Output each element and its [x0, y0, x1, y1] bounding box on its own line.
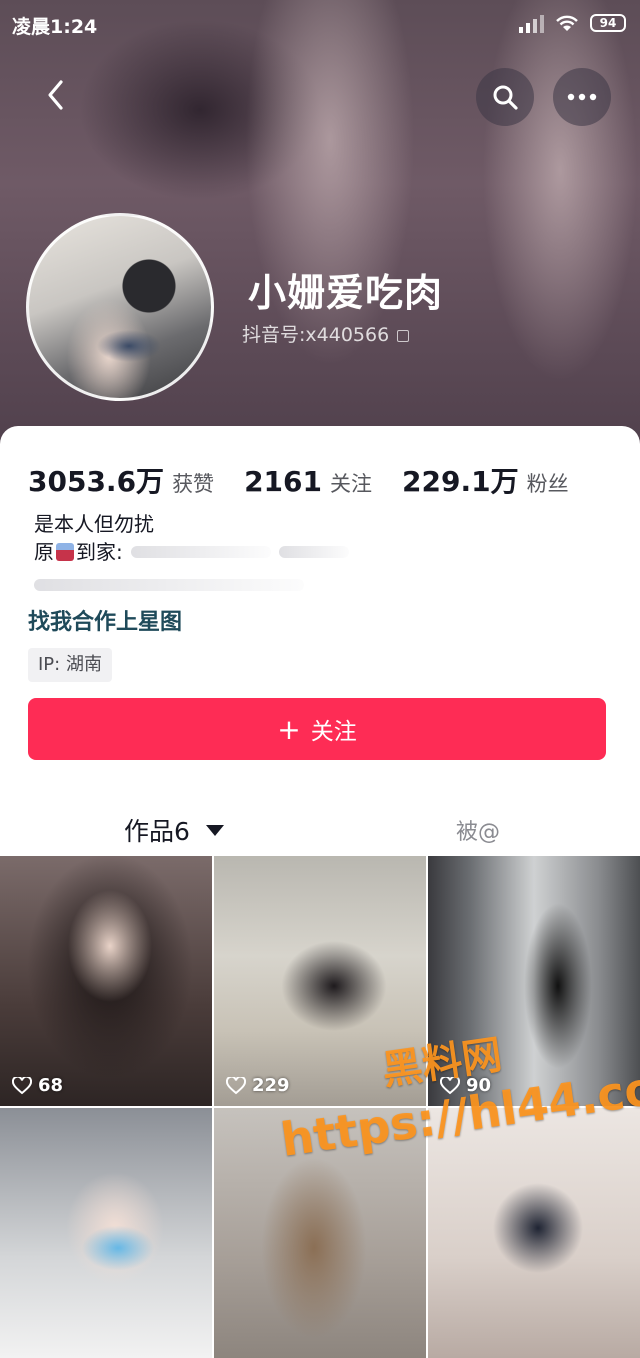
copy-icon[interactable] — [397, 329, 410, 342]
blurred-text — [34, 579, 304, 591]
stat-likes[interactable]: 3053.6万 获赞 — [28, 460, 214, 500]
blurred-text — [278, 546, 349, 558]
chevron-left-icon — [48, 80, 63, 110]
status-bar: 凌晨1:24 94 — [0, 0, 640, 46]
bio-line — [34, 570, 349, 598]
stat-label: 粉丝 — [526, 472, 569, 496]
heart-icon — [226, 1076, 246, 1094]
follow-button-label: 关注 — [310, 719, 357, 745]
avatar[interactable] — [26, 213, 214, 401]
stat-value: 3053.6万 — [28, 465, 165, 498]
like-count: 68 — [12, 1075, 63, 1096]
stat-label: 获赞 — [172, 472, 215, 496]
star-cooperation-link[interactable]: 找我合作上星图 — [28, 604, 182, 636]
tab-label: 作品6 — [124, 817, 190, 846]
back-button[interactable] — [32, 72, 78, 118]
more-button[interactable] — [553, 68, 611, 126]
blurred-text — [130, 546, 271, 558]
tab-mentioned[interactable]: 被@ — [456, 814, 500, 846]
heart-icon — [12, 1076, 32, 1094]
stat-following[interactable]: 2161 关注 — [244, 465, 372, 498]
video-thumbnail[interactable] — [0, 1108, 212, 1358]
stat-value: 2161 — [244, 465, 322, 498]
content-tabs: 作品6 被@ — [0, 812, 640, 852]
signal-icon — [519, 15, 544, 33]
more-dots-icon — [567, 93, 597, 101]
tab-works[interactable]: 作品6 — [124, 812, 224, 848]
plus-icon: + — [277, 712, 301, 746]
stat-label: 关注 — [330, 472, 372, 496]
bio-line: 是本人但勿扰 — [34, 512, 154, 536]
video-thumbnail[interactable] — [428, 1108, 640, 1358]
profile-nickname: 小姗爱吃肉 — [248, 271, 444, 315]
bio-text: 原 — [34, 540, 54, 564]
douyin-id[interactable]: 抖音号:x440566 — [242, 320, 410, 347]
ip-location-tag: IP: 湖南 — [28, 648, 112, 682]
status-time: 凌晨1:24 — [12, 16, 98, 38]
stat-value: 229.1万 — [402, 465, 519, 498]
emoji-icon — [56, 543, 74, 561]
search-icon — [493, 85, 518, 110]
caret-down-icon[interactable] — [205, 824, 224, 836]
stats-row: 3053.6万 获赞 2161 关注 229.1万 粉丝 — [28, 460, 569, 500]
bio-line: 原 到家: — [34, 538, 349, 566]
like-count-value: 68 — [38, 1075, 64, 1096]
battery-icon: 94 — [590, 14, 626, 32]
bio-text: 到家: — [76, 540, 123, 564]
follow-button[interactable]: + 关注 — [28, 698, 606, 760]
video-thumbnail[interactable]: 68 — [0, 856, 212, 1106]
stat-followers[interactable]: 229.1万 粉丝 — [402, 460, 569, 500]
search-button[interactable] — [476, 68, 534, 126]
wifi-icon — [556, 15, 578, 31]
douyin-id-text: 抖音号:x440566 — [242, 324, 390, 346]
bio: 是本人但勿扰 原 到家: — [34, 510, 349, 598]
